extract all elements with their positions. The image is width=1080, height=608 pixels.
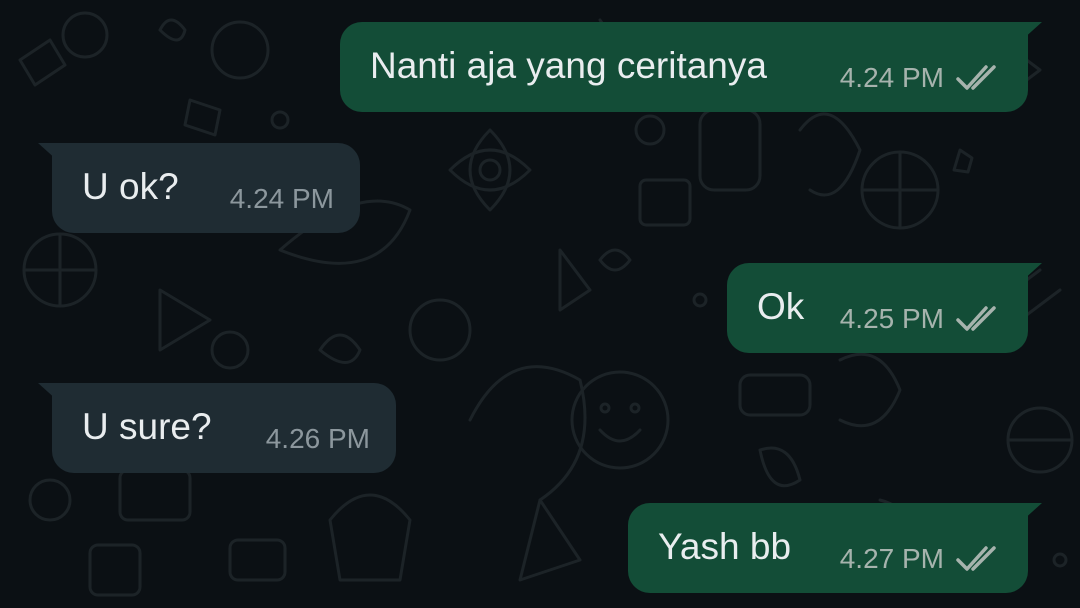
message-bubble-outgoing[interactable]: Yash bb 4.27 PM [628, 503, 1042, 593]
bubble-tail [1022, 22, 1042, 40]
bubble-tail [38, 143, 58, 161]
message-meta: 4.25 PM [840, 303, 1002, 335]
message-meta: 4.24 PM [840, 62, 1002, 94]
message-time: 4.24 PM [229, 183, 334, 214]
message-bubble-outgoing[interactable]: Nanti aja yang ceritanya 4.24 PM [340, 22, 1042, 112]
message-time: 4.24 PM [839, 62, 944, 93]
message-meta: 4.26 PM [266, 423, 370, 455]
message-meta: 4.24 PM [230, 183, 334, 215]
bubble-tail [1022, 503, 1042, 521]
message-time: 4.25 PM [839, 303, 944, 334]
message-meta: 4.27 PM [840, 543, 1002, 575]
message-text: U sure? [82, 406, 212, 447]
message-bubble-outgoing[interactable]: Ok 4.25 PM [727, 263, 1042, 353]
double-check-icon [956, 306, 996, 331]
message-bubble-incoming[interactable]: U ok? 4.24 PM [38, 143, 360, 233]
message-text: Ok [757, 286, 805, 327]
bubble-tail [38, 383, 58, 401]
message-bubble-incoming[interactable]: U sure? 4.26 PM [38, 383, 396, 473]
bubble-tail [1022, 263, 1042, 281]
message-text: Nanti aja yang ceritanya [370, 45, 767, 86]
message-text: U ok? [82, 166, 179, 207]
message-time: 4.27 PM [839, 543, 944, 574]
message-list: Nanti aja yang ceritanya 4.24 PM U ok? 4… [0, 0, 1080, 608]
message-text: Yash bb [658, 526, 792, 567]
message-time: 4.26 PM [265, 423, 370, 454]
double-check-icon [956, 546, 996, 571]
double-check-icon [956, 65, 996, 90]
